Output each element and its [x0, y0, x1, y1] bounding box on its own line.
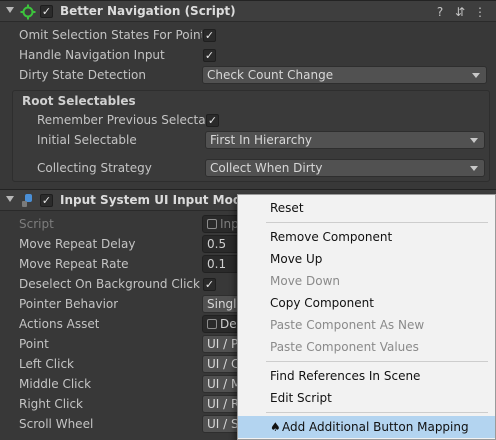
- menu-separator: [266, 222, 488, 223]
- field-label: Left Click: [19, 357, 74, 371]
- script-component-icon: [20, 4, 36, 20]
- menu-item-label: Add Additional Button Mapping: [282, 420, 469, 434]
- initial-selectable-dropdown[interactable]: First In Hierarchy: [205, 131, 485, 149]
- field-label: Middle Click: [19, 377, 92, 391]
- menu-item-move-down: Move Down: [270, 274, 340, 288]
- field-label: Move Repeat Rate: [19, 257, 129, 271]
- row-handle-navigation: Handle Navigation Input ✓: [0, 45, 496, 65]
- row-collecting-strategy: Collecting Strategy Collect When Dirty: [0, 158, 496, 178]
- row-omit-selection-states: Omit Selection States For Pointe ✓: [0, 25, 496, 45]
- menu-item-add-button-mapping[interactable]: ♠ Add Additional Button Mapping: [238, 416, 495, 438]
- point-action-dropdown[interactable]: UI / P: [202, 335, 242, 353]
- field-label: Remember Previous Selectab: [37, 113, 205, 127]
- menu-item-remove-component[interactable]: Remove Component: [238, 226, 495, 248]
- field-label: Omit Selection States For Pointe: [19, 28, 202, 42]
- menu-separator: [266, 361, 488, 362]
- dirty-state-dropdown[interactable]: Check Count Change: [202, 66, 487, 84]
- field-label: Pointer Behavior: [19, 297, 119, 311]
- collecting-strategy-dropdown[interactable]: Collect When Dirty: [205, 159, 485, 177]
- component-title: Input System UI Input Module: [60, 193, 263, 207]
- foldout-arrow-icon[interactable]: [6, 196, 14, 202]
- handle-navigation-checkbox[interactable]: ✓: [203, 49, 216, 62]
- field-label: Move Repeat Delay: [19, 237, 136, 251]
- row-root-selectables-header: Root Selectables: [0, 91, 496, 111]
- actions-asset-field[interactable]: De: [202, 315, 242, 333]
- menu-item-edit-script[interactable]: Edit Script: [238, 387, 495, 409]
- pointer-behavior-dropdown[interactable]: Single: [202, 295, 242, 313]
- field-label: Deselect On Background Click: [19, 277, 200, 291]
- move-repeat-delay-input[interactable]: 0.5: [202, 235, 242, 253]
- input-actions-icon: [207, 319, 217, 329]
- field-label: Script: [19, 217, 54, 231]
- field-label: Scroll Wheel: [19, 417, 94, 431]
- left-click-dropdown[interactable]: UI / C: [202, 355, 242, 373]
- move-repeat-rate-input[interactable]: 0.1: [202, 255, 242, 273]
- menu-item-reset[interactable]: Reset: [238, 197, 495, 219]
- deselect-background-checkbox[interactable]: ✓: [203, 278, 216, 291]
- field-label: Collecting Strategy: [37, 161, 152, 175]
- row-dirty-state: Dirty State Detection Check Count Change: [0, 65, 496, 85]
- chevron-down-icon: [472, 73, 480, 78]
- menu-item-move-up[interactable]: Move Up: [238, 248, 495, 270]
- chevron-down-icon: [470, 166, 478, 171]
- field-value: De: [220, 317, 237, 331]
- row-remember-previous: Remember Previous Selectab ✓: [0, 110, 496, 130]
- component-header-better-navigation[interactable]: ✓ Better Navigation (Script) ? ⇵ ⋮: [0, 0, 496, 22]
- dropdown-value: Collect When Dirty: [210, 161, 323, 175]
- component-title: Better Navigation (Script): [60, 4, 236, 18]
- field-label: Actions Asset: [19, 317, 100, 331]
- omit-selection-checkbox[interactable]: ✓: [203, 29, 216, 42]
- group-header: Root Selectables: [22, 94, 136, 108]
- remember-previous-checkbox[interactable]: ✓: [206, 114, 219, 127]
- more-icon[interactable]: ⋮: [472, 4, 488, 20]
- dropdown-value: Check Count Change: [207, 68, 334, 82]
- foldout-arrow-icon[interactable]: [6, 7, 14, 13]
- middle-click-dropdown[interactable]: UI / M: [202, 375, 242, 393]
- dropdown-value: First In Hierarchy: [210, 133, 313, 147]
- field-value: Inp: [220, 217, 239, 231]
- menu-item-paste-values: Paste Component Values: [270, 340, 419, 354]
- field-label: Right Click: [19, 397, 84, 411]
- field-label: Handle Navigation Input: [19, 48, 165, 62]
- help-icon[interactable]: ?: [432, 4, 448, 20]
- field-label: Dirty State Detection: [19, 68, 147, 82]
- menu-item-copy-component[interactable]: Copy Component: [238, 292, 495, 314]
- field-label: Initial Selectable: [37, 133, 137, 147]
- scroll-wheel-dropdown[interactable]: UI / S: [202, 415, 242, 433]
- component-enabled-checkbox[interactable]: ✓: [40, 194, 53, 207]
- row-initial-selectable: Initial Selectable First In Hierarchy: [0, 130, 496, 150]
- field-label: Point: [19, 337, 49, 351]
- component-context-menu: Reset Remove Component Move Up Move Down…: [237, 194, 496, 440]
- chevron-down-icon: [470, 138, 478, 143]
- menu-item-paste-as-new: Paste Component As New: [270, 318, 425, 332]
- script-file-icon: [207, 219, 217, 229]
- menu-item-find-references[interactable]: Find References In Scene: [238, 365, 495, 387]
- presets-icon[interactable]: ⇵: [452, 4, 468, 20]
- spade-icon: ♠: [270, 420, 281, 434]
- input-module-icon: [20, 193, 36, 209]
- menu-separator: [266, 412, 488, 413]
- script-object-field: Inp: [202, 215, 242, 233]
- right-click-dropdown[interactable]: UI / R: [202, 395, 242, 413]
- component-enabled-checkbox[interactable]: ✓: [40, 5, 53, 18]
